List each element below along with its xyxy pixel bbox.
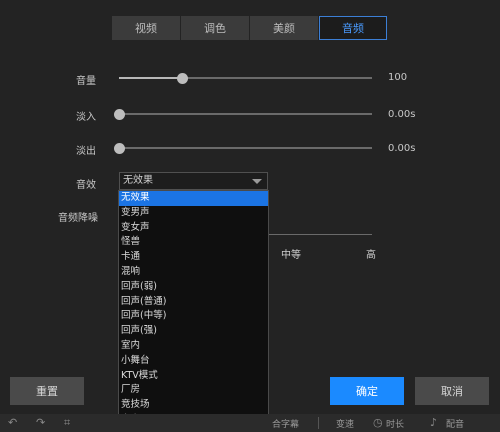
fade-out-label: 淡出: [76, 146, 96, 157]
fade-in-slider[interactable]: [113, 108, 372, 120]
tab-beauty[interactable]: 美颜: [250, 16, 318, 40]
chevron-down-icon: [252, 179, 262, 184]
effect-label: 音效: [76, 180, 96, 191]
undo-icon[interactable]: ↶: [8, 416, 17, 429]
effect-option[interactable]: 怪兽: [119, 235, 268, 250]
bottom-item-duration[interactable]: 时长: [386, 417, 404, 430]
noise-level-high: 高: [366, 250, 376, 261]
effect-dropdown-list: 无效果 变男声 变女声 怪兽 卡通 混响 回声(弱) 回声(普通) 回声(中等) 回声(强) 室内小…: [118, 190, 269, 430]
effect-option[interactable]: 卡通: [119, 250, 268, 265]
fade-out-slider-handle[interactable]: [113, 142, 125, 154]
redo-icon[interactable]: ↷: [36, 416, 45, 429]
effect-option[interactable]: 竞技场: [119, 398, 268, 413]
fade-in-slider-handle[interactable]: [113, 108, 125, 120]
effect-option[interactable]: 变女声: [119, 221, 268, 236]
tab-bar: 视频 调色 美颜 音频: [112, 16, 388, 40]
confirm-button[interactable]: 确定: [330, 377, 404, 405]
effect-option[interactable]: 混响: [119, 265, 268, 280]
bottom-item-dubbing[interactable]: 配音: [446, 417, 464, 430]
crop-icon[interactable]: ⌗: [64, 416, 70, 430]
separator: [318, 417, 319, 429]
effect-option[interactable]: 无效果: [119, 191, 268, 206]
effect-select-value: 无效果: [123, 175, 153, 186]
cancel-button[interactable]: 取消: [415, 377, 489, 405]
clock-icon: ◷: [373, 416, 383, 429]
tab-color[interactable]: 调色: [181, 16, 249, 40]
bottom-item-speed[interactable]: 变速: [336, 417, 354, 430]
effect-option[interactable]: 厂房: [119, 383, 268, 398]
noise-level-medium: 中等: [281, 250, 301, 261]
volume-slider-fill: [119, 77, 183, 79]
tab-audio[interactable]: 音频: [319, 16, 387, 40]
effect-option[interactable]: 回声(普通): [119, 295, 268, 310]
bottom-toolbar: ↶ ↷ ⌗ 合字幕 变速 ◷ 时长 ♪ 配音: [0, 414, 500, 432]
noise-reduction-label: 音频降噪: [58, 213, 98, 224]
fade-out-value: 0.00s: [388, 143, 416, 154]
microphone-icon: ♪: [430, 416, 438, 429]
volume-slider-handle[interactable]: [176, 72, 188, 84]
fade-in-label: 淡入: [76, 112, 96, 123]
volume-label: 音量: [76, 76, 96, 87]
volume-value: 100: [388, 72, 408, 83]
effect-option[interactable]: 回声(弱): [119, 280, 268, 295]
effect-option[interactable]: KTV模式: [119, 369, 268, 384]
effect-option[interactable]: 回声(中等): [119, 309, 268, 324]
effect-option[interactable]: 小舞台: [119, 354, 268, 369]
tab-video[interactable]: 视频: [112, 16, 180, 40]
effect-select[interactable]: 无效果: [119, 172, 268, 190]
effect-option[interactable]: 回声(强): [119, 324, 268, 339]
volume-slider[interactable]: [119, 72, 372, 84]
fade-out-slider[interactable]: [113, 142, 372, 154]
bottom-item-subtitle[interactable]: 合字幕: [272, 417, 299, 430]
reset-button[interactable]: 重置: [10, 377, 84, 405]
fade-in-value: 0.00s: [388, 109, 416, 120]
noise-reduction-slider[interactable]: [268, 234, 372, 235]
effect-option[interactable]: 变男声: [119, 206, 268, 221]
effect-option[interactable]: 室内: [119, 339, 268, 354]
